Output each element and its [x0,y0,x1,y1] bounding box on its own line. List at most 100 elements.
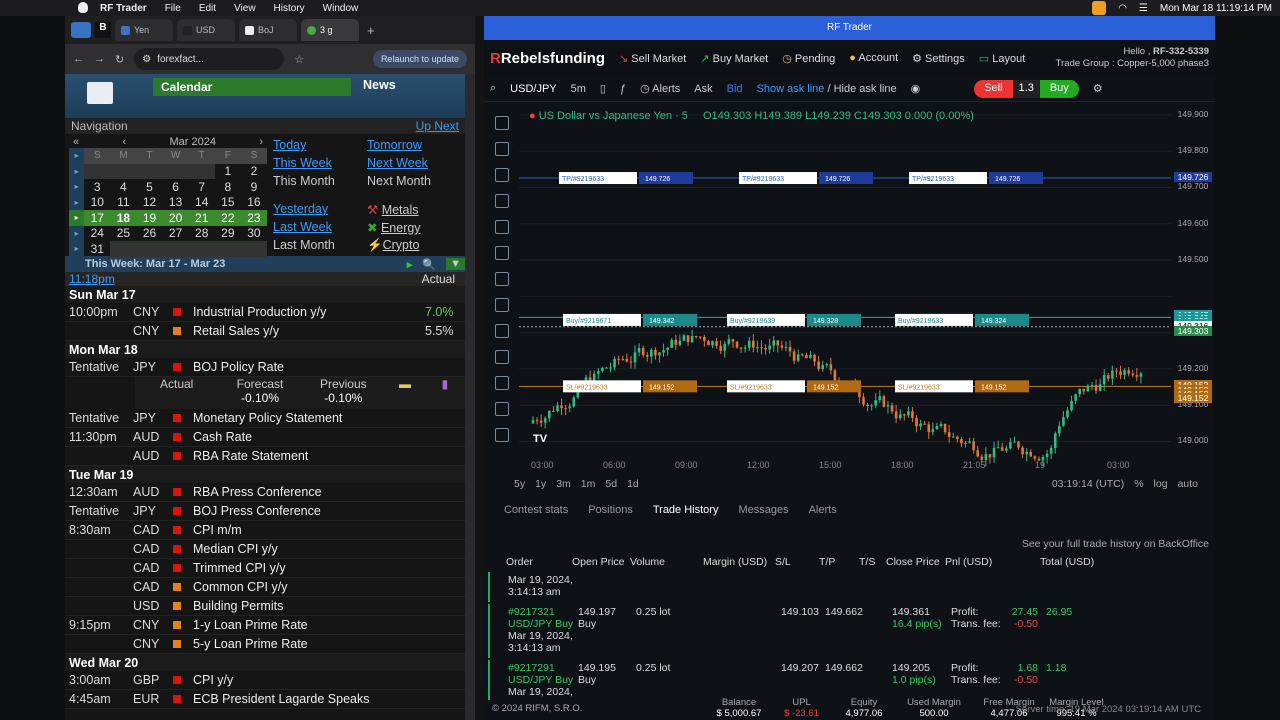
trend-line-icon[interactable] [494,142,509,156]
range-1y[interactable]: 1y [535,478,546,490]
col-pnl[interactable]: Pnl (USD) [945,556,1040,572]
day-cell[interactable]: 9 [241,179,267,195]
tab-yen[interactable]: Yen [115,19,173,41]
new-tab-icon[interactable]: + [367,23,375,38]
event-row[interactable]: AUD RBA Rate Statement [65,447,465,466]
sell-button[interactable]: Sell [974,79,1013,98]
week-arrow[interactable]: ▸ [69,194,85,210]
play-icon[interactable]: ▸ [407,258,413,271]
percent-toggle[interactable]: % [1134,478,1143,490]
bid-toggle[interactable]: Bid [727,83,743,95]
link-metals[interactable]: ⚒ Metals [367,202,461,217]
next-month-icon[interactable]: › [259,136,263,148]
range-5d[interactable]: 5d [605,478,617,490]
event-row[interactable]: CAD Common CPI y/y [65,578,465,597]
tab-alerts[interactable]: Alerts [809,504,837,528]
event-row[interactable]: USD Building Permits [65,597,465,616]
event-row[interactable]: CNY Retail Sales y/y 5.5% [65,322,465,341]
event-row[interactable]: CAD Trimmed CPI y/y [65,559,465,578]
day-cell[interactable]: 31 [84,241,110,257]
horizontal-line-icon[interactable] [494,168,509,182]
link-last-month[interactable]: Last Month [273,238,367,253]
control-center-icon[interactable]: ☰ [1139,3,1148,14]
forecast-icon[interactable] [494,272,509,286]
day-cell[interactable]: 13 [163,195,189,211]
day-cell[interactable]: 28 [189,226,215,242]
back-icon[interactable]: ← [73,53,84,65]
col-ts[interactable]: T/S [859,556,886,572]
text-icon[interactable] [494,220,509,234]
clock[interactable]: Mon Mar 18 11:19:14 PM [1160,3,1272,14]
prev-month-icon[interactable]: ‹ [122,136,126,148]
backoffice-link[interactable]: See your full trade history on BackOffic… [1022,538,1209,550]
day-cell[interactable]: 20 [162,210,189,226]
timeframe-selector[interactable]: 5m [571,83,586,95]
link-this-month[interactable]: This Month [273,174,367,189]
event-row[interactable]: CNY 5-y Loan Prime Rate [65,635,465,654]
link-this-week[interactable]: This Week [273,156,367,171]
candle-type-icon[interactable]: ▯ [600,82,606,95]
day-cell[interactable]: 8 [215,179,241,195]
range-1d[interactable]: 1d [627,478,639,490]
col-close-price[interactable]: Close Price [886,556,945,572]
ruler-icon[interactable] [494,324,509,338]
tab-google[interactable]: 3 g [301,19,359,41]
tab-boj[interactable]: BoJ [239,19,297,41]
table-row[interactable]: Mar 19, 2024, 3:14:13 am [488,572,1215,602]
link-crypto[interactable]: ⚡Crypto [367,238,461,253]
account-id[interactable]: RF-332-5339 [1153,46,1209,57]
event-row[interactable]: 4:45am EUR ECB President Lagarde Speaks [65,690,465,709]
settings-button[interactable]: ⚙ Settings [912,52,965,65]
day-cell-today[interactable]: 18 [110,210,137,226]
buy-button[interactable]: Buy [1039,79,1079,98]
col-total[interactable]: Total (USD) [1040,556,1130,572]
range-3m[interactable]: 3m [556,478,571,490]
day-cell[interactable]: 21 [188,210,215,226]
event-row[interactable]: Tentative JPY Monetary Policy Statement [65,409,465,428]
col-volume[interactable]: Volume [630,556,703,572]
day-cell[interactable]: 30 [241,226,267,242]
day-cell[interactable]: 7 [189,179,215,195]
buy-market-button[interactable]: ↗ Buy Market [700,52,768,65]
alerts-button[interactable]: ◷ Alerts [640,82,680,95]
tab-messages[interactable]: Messages [738,504,788,528]
link-today[interactable]: Today [273,138,367,153]
ask-line-toggle[interactable]: Show ask line / Hide ask line [757,83,897,95]
day-cell[interactable]: 27 [163,226,189,242]
filter-icon[interactable]: ▼ [446,258,465,270]
day-cell[interactable]: 23 [240,210,267,226]
day-cell[interactable]: 25 [110,226,136,242]
settings-gear-icon[interactable]: ⚙ [1093,82,1103,95]
col-tp[interactable]: T/P [819,556,859,572]
price-chart[interactable]: ● US Dollar vs Japanese Yen · 5 O149.303… [519,104,1171,496]
sell-market-button[interactable]: ↘ Sell Market [619,52,686,65]
window-divider[interactable] [475,16,484,720]
range-5y[interactable]: 5y [514,478,525,490]
magnet-icon[interactable] [494,376,509,390]
link-energy[interactable]: ✖ Energy [367,220,461,235]
week-arrow[interactable]: ▸ [69,241,85,257]
week-arrow[interactable]: ▸ [69,210,85,226]
tab-positions[interactable]: Positions [588,504,633,528]
bookmark-star-icon[interactable]: ☆ [294,53,304,66]
menu-window[interactable]: Window [323,3,359,14]
menu-history[interactable]: History [274,3,305,14]
candlestick-svg[interactable]: 03:00 06:00 09:00 12:00 15:00 18:00 21:05 19 03:… [519,104,1171,496]
range-1m[interactable]: 1m [581,478,596,490]
order-id[interactable]: #9217291 [508,662,555,674]
eye-icon[interactable]: ◉ [911,82,921,95]
event-row[interactable]: 12:30am AUD RBA Press Conference [65,483,465,502]
day-cell[interactable]: 3 [84,179,110,195]
tab-news[interactable]: News [363,78,396,96]
symbol-search-icon[interactable]: ⌕ [490,82,496,95]
prev-year-icon[interactable]: « [73,136,79,148]
day-cell[interactable]: 4 [110,179,136,195]
brush-icon[interactable] [494,194,509,208]
day-cell[interactable]: 14 [189,195,215,211]
reload-icon[interactable]: ↻ [115,53,124,66]
col-sl[interactable]: S/L [775,556,819,572]
link-yesterday[interactable]: Yesterday [273,202,367,217]
week-arrow[interactable]: ▸ [69,163,85,179]
col-open-price[interactable]: Open Price [572,556,630,572]
chart-icon[interactable]: ▮ [425,377,465,409]
